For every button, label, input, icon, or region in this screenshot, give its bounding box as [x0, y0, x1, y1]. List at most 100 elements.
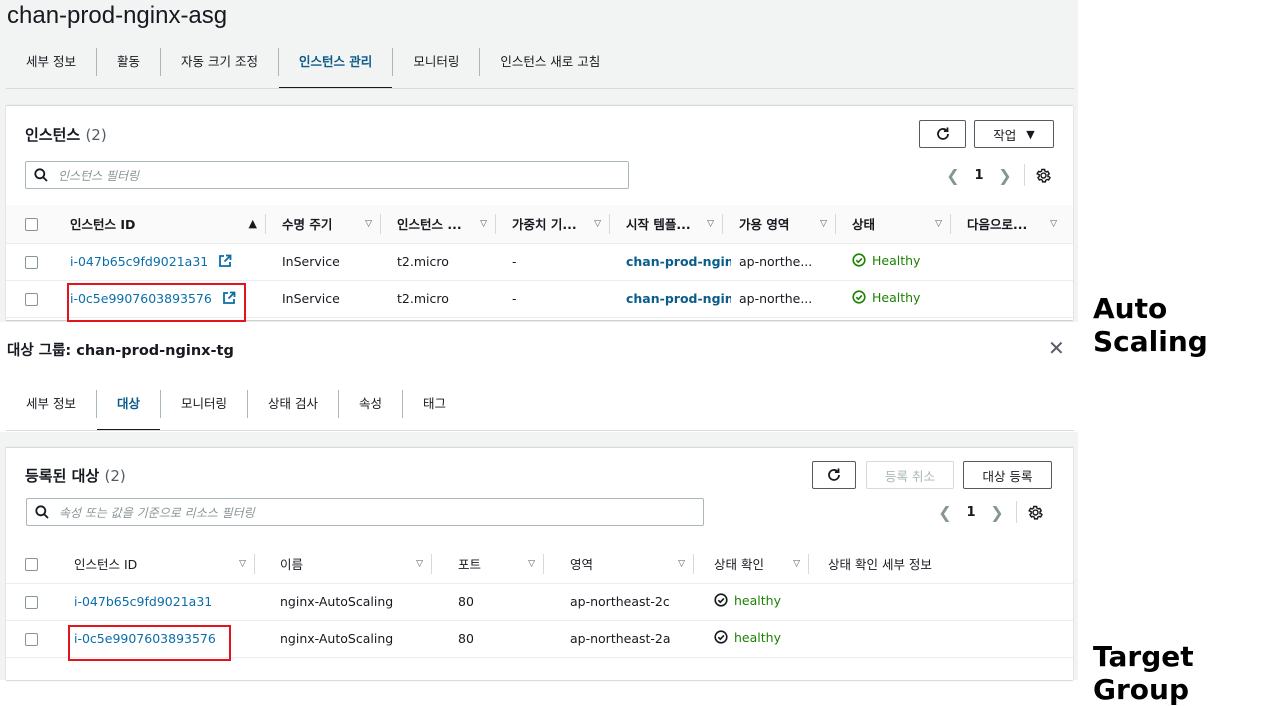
- column-port[interactable]: 포트 ▽: [440, 545, 552, 584]
- lifecycle-cell: InService: [274, 243, 389, 281]
- name-cell: nginx-AutoScaling: [263, 583, 440, 621]
- row-checkbox[interactable]: [25, 256, 38, 269]
- launch-template-link[interactable]: chan-prod-ngin: [626, 254, 731, 269]
- page-number[interactable]: 1: [958, 505, 984, 520]
- actions-button[interactable]: 작업 ▼: [974, 120, 1054, 148]
- launch-template-link[interactable]: chan-prod-ngin: [626, 291, 731, 306]
- gear-icon[interactable]: [1027, 504, 1044, 521]
- tab-health-checks[interactable]: 상태 검사: [248, 389, 338, 419]
- sort-icon: ▽: [416, 558, 423, 569]
- instances-panel-title: 인스턴스 (2): [25, 126, 107, 144]
- tab-tags[interactable]: 태그: [403, 389, 466, 419]
- sort-icon: ▽: [820, 218, 827, 229]
- tab-monitoring[interactable]: 모니터링: [161, 389, 247, 419]
- sort-icon: ▽: [480, 218, 487, 229]
- zone-cell: ap-northeast-2c: [552, 583, 702, 621]
- availability-zone-cell: ap-northe...: [731, 280, 844, 318]
- table-header-row: 인스턴스 ID ▲ 수명 주기 ▽ 인스턴스 ... ▽ 가중치 기... ▽ 시작 템…: [6, 205, 1073, 244]
- tg-tabs: 세부 정보 대상 모니터링 상태 검사 속성 태그: [6, 389, 466, 431]
- target-group-label: Target Group: [1093, 640, 1194, 706]
- column-instance-type[interactable]: 인스턴스 ... ▽: [389, 205, 504, 244]
- column-instance-id[interactable]: 인스턴스 ID ▽: [60, 545, 263, 584]
- chevron-left-icon[interactable]: ❮: [940, 166, 966, 185]
- column-health-status[interactable]: 상태 확인 ▽: [702, 545, 817, 584]
- close-icon[interactable]: ✕: [1048, 336, 1065, 360]
- tabs-divider: [6, 88, 1074, 89]
- refresh-icon: [828, 468, 840, 481]
- search-icon: [35, 505, 49, 519]
- gear-icon[interactable]: [1035, 167, 1052, 184]
- status-badge: Healthy: [852, 290, 920, 305]
- table-header-row: 인스턴스 ID ▽ 이름 ▽ 포트 ▽ 영역 ▽ 상태 확인 ▽ 상태 확인 세부 정보: [6, 545, 1073, 584]
- targets-search-input[interactable]: 속성 또는 값을 기준으로 리소스 필터링: [26, 498, 704, 526]
- auto-scaling-label: Auto Scaling: [1093, 292, 1208, 358]
- sort-icon: ▽: [365, 218, 372, 229]
- tabs-divider: [6, 430, 1074, 431]
- availability-zone-cell: ap-northe...: [731, 243, 844, 281]
- instances-count: (2): [85, 126, 107, 144]
- tab-details[interactable]: 세부 정보: [6, 389, 96, 419]
- chevron-right-icon[interactable]: ❯: [992, 166, 1018, 185]
- highlight-box-asg: [67, 283, 246, 322]
- highlight-box-tg: [68, 625, 231, 661]
- column-launch-template[interactable]: 시작 템플... ▽: [618, 205, 731, 244]
- column-zone[interactable]: 영역 ▽: [552, 545, 702, 584]
- lifecycle-cell: InService: [274, 280, 389, 318]
- instances-search-input[interactable]: 인스턴스 필터링: [25, 161, 629, 189]
- column-name[interactable]: 이름 ▽: [263, 545, 440, 584]
- health-status-badge: healthy: [714, 630, 781, 645]
- tg-pagination: ❮ 1 ❯: [932, 501, 1044, 523]
- row-checkbox[interactable]: [25, 633, 38, 646]
- column-instance-id[interactable]: 인스턴스 ID ▲: [62, 205, 274, 244]
- chevron-right-icon[interactable]: ❯: [984, 503, 1010, 522]
- instance-type-cell: t2.micro: [389, 280, 504, 318]
- external-link-icon[interactable]: [218, 254, 232, 268]
- column-lifecycle[interactable]: 수명 주기 ▽: [274, 205, 389, 244]
- sort-icon: ▽: [1050, 218, 1057, 229]
- page-number[interactable]: 1: [966, 168, 992, 183]
- zone-cell: ap-northeast-2a: [552, 620, 702, 658]
- refresh-button[interactable]: [919, 120, 966, 148]
- tab-automatic-scaling[interactable]: 자동 크기 조정: [161, 47, 278, 77]
- sort-icon: ▽: [528, 558, 535, 569]
- deregister-button[interactable]: 등록 취소: [866, 461, 954, 489]
- port-cell: 80: [440, 583, 552, 621]
- check-circle-icon: [714, 630, 728, 644]
- sort-icon: ▽: [678, 558, 685, 569]
- tab-targets[interactable]: 대상: [96, 389, 161, 431]
- instance-id-link[interactable]: i-047b65c9fd9021a31: [74, 594, 212, 609]
- column-status[interactable]: 상태 ▽: [844, 205, 959, 244]
- chevron-left-icon[interactable]: ❮: [932, 503, 958, 522]
- asg-section: chan-prod-nginx-asg 세부 정보 활동 자동 크기 조정 인스…: [0, 0, 1078, 322]
- refresh-icon: [936, 127, 949, 140]
- asg-tabs: 세부 정보 활동 자동 크기 조정 인스턴스 관리 모니터링 인스턴스 새로 고…: [6, 47, 620, 89]
- tab-details[interactable]: 세부 정보: [6, 47, 96, 77]
- weight-cell: -: [504, 280, 618, 318]
- sort-ascending-icon: ▲: [248, 217, 257, 231]
- tab-monitoring[interactable]: 모니터링: [393, 47, 479, 77]
- tab-activity[interactable]: 활동: [97, 47, 160, 77]
- sort-icon: ▽: [707, 218, 714, 229]
- register-targets-button[interactable]: 대상 등록: [963, 461, 1052, 489]
- name-cell: nginx-AutoScaling: [263, 620, 440, 658]
- targets-panel-title: 등록된 대상 (2): [25, 467, 126, 485]
- status-badge: Healthy: [852, 253, 920, 268]
- asg-title: chan-prod-nginx-asg: [7, 2, 228, 29]
- tab-attributes[interactable]: 속성: [339, 389, 402, 419]
- tab-instance-refresh[interactable]: 인스턴스 새로 고침: [480, 47, 620, 77]
- sort-icon: ▽: [239, 558, 246, 569]
- table-row: i-047b65c9fd9021a31 InService t2.micro -…: [6, 243, 1073, 281]
- column-next[interactable]: 다음으로... ▽: [959, 205, 1073, 244]
- column-weight[interactable]: 가중치 기... ▽: [504, 205, 618, 244]
- row-checkbox[interactable]: [25, 596, 38, 609]
- tg-title: 대상 그룹: chan-prod-nginx-tg: [7, 343, 234, 359]
- refresh-button[interactable]: [812, 461, 856, 489]
- column-health-details[interactable]: 상태 확인 세부 정보: [817, 545, 1073, 584]
- row-checkbox[interactable]: [25, 293, 38, 306]
- check-circle-icon: [852, 253, 866, 267]
- column-availability-zone[interactable]: 가용 영역 ▽: [731, 205, 844, 244]
- tab-instance-management[interactable]: 인스턴스 관리: [278, 47, 393, 89]
- instance-id-link[interactable]: i-047b65c9fd9021a31: [70, 254, 208, 269]
- select-all-checkbox[interactable]: [25, 218, 38, 232]
- select-all-checkbox[interactable]: [25, 558, 38, 572]
